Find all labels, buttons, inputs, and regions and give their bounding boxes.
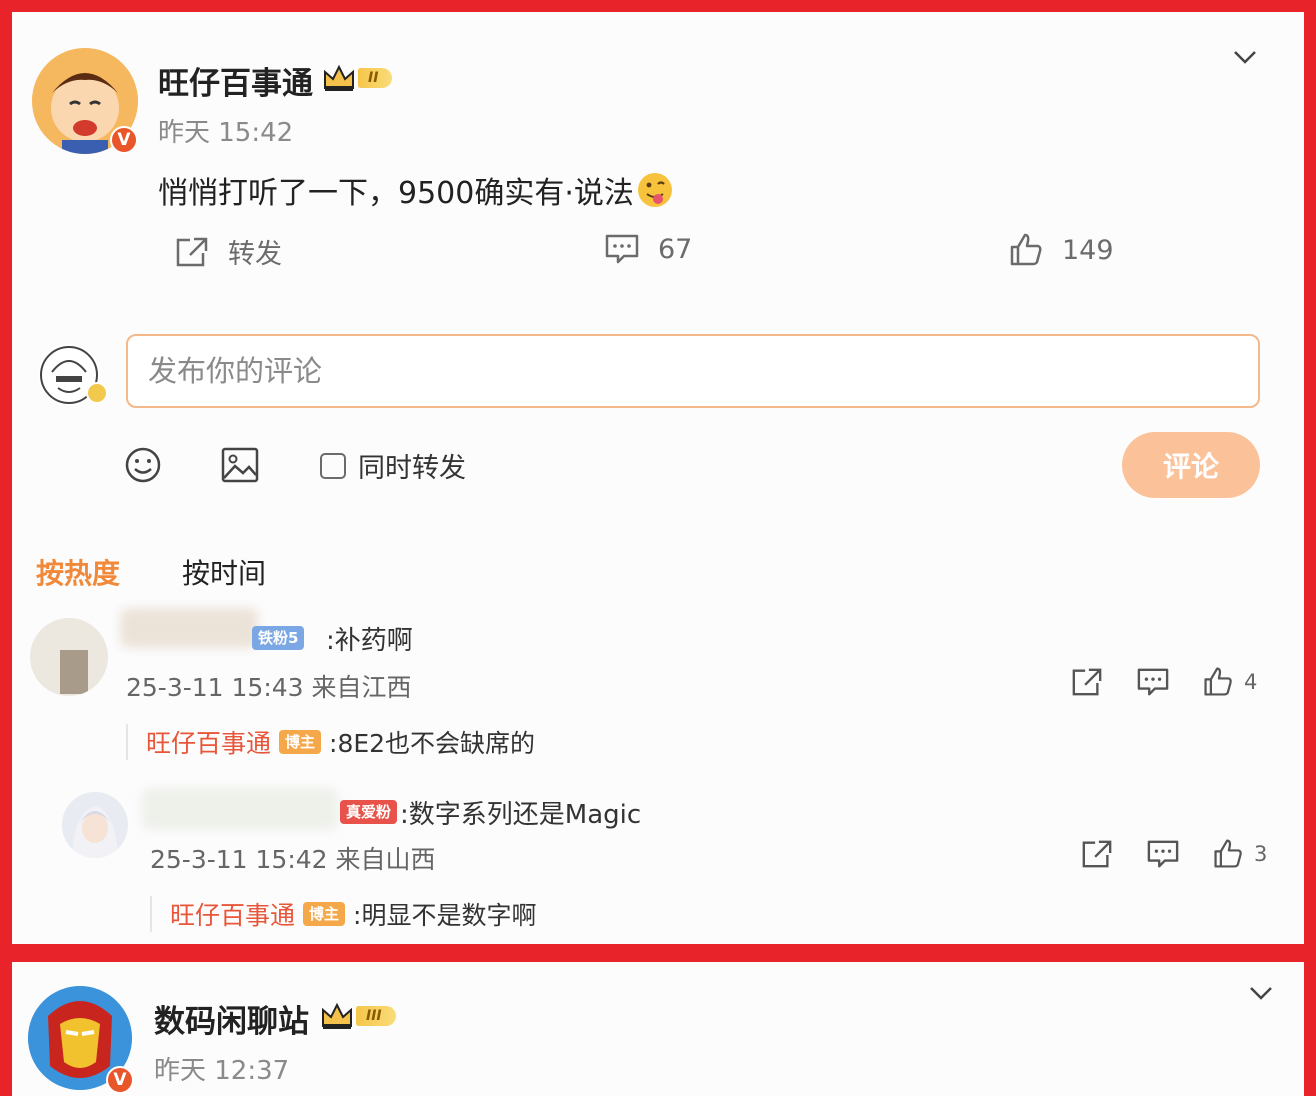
commenter-avatar[interactable]	[62, 792, 128, 858]
reply-text: :明显不是数字啊	[353, 901, 537, 930]
comment-like-count: 3	[1254, 842, 1268, 866]
post-card: V 数码闲聊站 III 昨天 12:37	[12, 962, 1304, 1096]
post-time: 昨天 15:42	[158, 118, 294, 148]
comment-icon	[605, 234, 639, 264]
repost-checkbox[interactable]	[320, 452, 346, 479]
author-tag: 博主	[279, 730, 322, 754]
level-label: II	[358, 68, 393, 88]
like-count: 149	[1062, 234, 1114, 266]
comment-meta: 25-3-11 15:43 来自江西	[126, 673, 412, 702]
like-icon	[1010, 233, 1042, 266]
author-tag: 博主	[303, 902, 346, 926]
tab-sort-hot[interactable]: 按热度	[36, 552, 120, 592]
chevron-down-icon[interactable]	[1248, 984, 1274, 1002]
repost-button[interactable]: 转发	[174, 232, 282, 271]
member-level-badge[interactable]: III	[320, 1002, 396, 1030]
repost-icon[interactable]	[1070, 666, 1104, 698]
comment-actions: 4	[1070, 666, 1257, 698]
current-user-verified-dot	[86, 382, 108, 404]
like-icon	[1204, 667, 1232, 696]
tab-sort-time[interactable]: 按时间	[182, 552, 266, 592]
reply-author[interactable]: 旺仔百事通	[146, 724, 271, 760]
commenter-name-blurred[interactable]	[120, 608, 258, 648]
chevron-down-icon[interactable]	[1232, 48, 1258, 66]
comment-icon[interactable]	[1146, 838, 1180, 870]
post-text-content: 悄悄打听了一下，9500确实有·说法	[158, 176, 634, 211]
reply-item: 旺仔百事通 博主 :8E2也不会缺席的	[126, 724, 535, 760]
commenter-avatar[interactable]	[30, 618, 108, 696]
post-text: 悄悄打听了一下，9500确实有·说法	[158, 168, 674, 212]
level-label: III	[356, 1006, 396, 1026]
tongue-emoji-icon	[637, 173, 672, 207]
comment-icon[interactable]	[1136, 666, 1170, 698]
reply-item: 旺仔百事通 博主 :明显不是数字啊	[150, 896, 536, 932]
reply-author[interactable]: 旺仔百事通	[170, 896, 295, 932]
comment-text: :数字系列还是Magic	[400, 800, 642, 830]
comment-actions: 3	[1080, 838, 1267, 870]
comment-like-button[interactable]: 4	[1202, 666, 1257, 698]
crown-icon	[322, 1002, 352, 1029]
commenter-name-blurred[interactable]	[142, 788, 338, 830]
comment-count: 67	[658, 233, 693, 265]
member-level-badge[interactable]: II	[322, 64, 393, 92]
comment-text: :补药啊	[326, 626, 413, 656]
like-button[interactable]: 149	[1008, 232, 1114, 268]
emoji-icon[interactable]	[124, 446, 162, 484]
comment-meta: 25-3-11 15:42 来自山西	[150, 845, 436, 874]
repost-checkbox-label: 同时转发	[358, 453, 466, 484]
repost-checkbox-row[interactable]: 同时转发	[320, 446, 466, 485]
author-name[interactable]: 数码闲聊站	[154, 996, 309, 1041]
comment-like-count: 4	[1244, 670, 1258, 694]
comment-input[interactable]	[128, 336, 1258, 406]
post-time: 昨天 12:37	[154, 1056, 290, 1086]
crown-icon	[324, 64, 354, 91]
submit-comment-button[interactable]: 评论	[1122, 432, 1260, 498]
repost-icon	[176, 237, 208, 266]
fan-level-tag: 真爱粉	[340, 800, 398, 824]
repost-icon[interactable]	[1080, 838, 1114, 870]
repost-label: 转发	[228, 239, 282, 270]
post-card: V 旺仔百事通 II 昨天 15:42 悄悄打听了一下，9500确实有·说法 转…	[12, 12, 1304, 944]
reply-text: :8E2也不会缺席的	[329, 729, 536, 758]
verified-badge: V	[106, 1066, 134, 1094]
author-name[interactable]: 旺仔百事通	[158, 58, 313, 103]
fan-level-tag: 铁粉5	[252, 626, 305, 650]
comment-like-button[interactable]: 3	[1212, 838, 1267, 870]
like-icon	[1214, 839, 1242, 868]
image-icon[interactable]	[220, 446, 260, 484]
comment-input-box[interactable]	[126, 334, 1260, 408]
comment-button[interactable]: 67	[604, 232, 692, 266]
verified-badge: V	[110, 126, 138, 154]
